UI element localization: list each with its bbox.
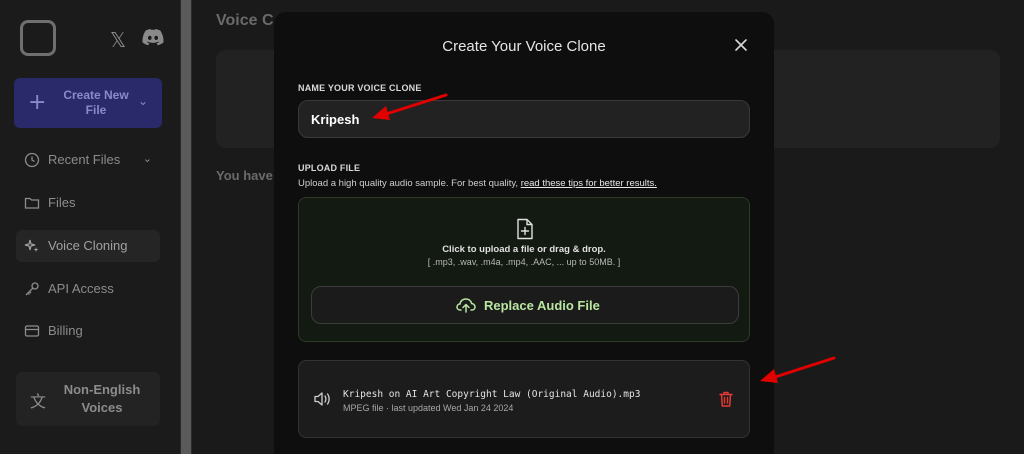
arrow-to-file-card bbox=[760, 356, 836, 383]
arrow-to-name-input bbox=[372, 93, 448, 120]
annotation-arrows bbox=[372, 93, 836, 383]
